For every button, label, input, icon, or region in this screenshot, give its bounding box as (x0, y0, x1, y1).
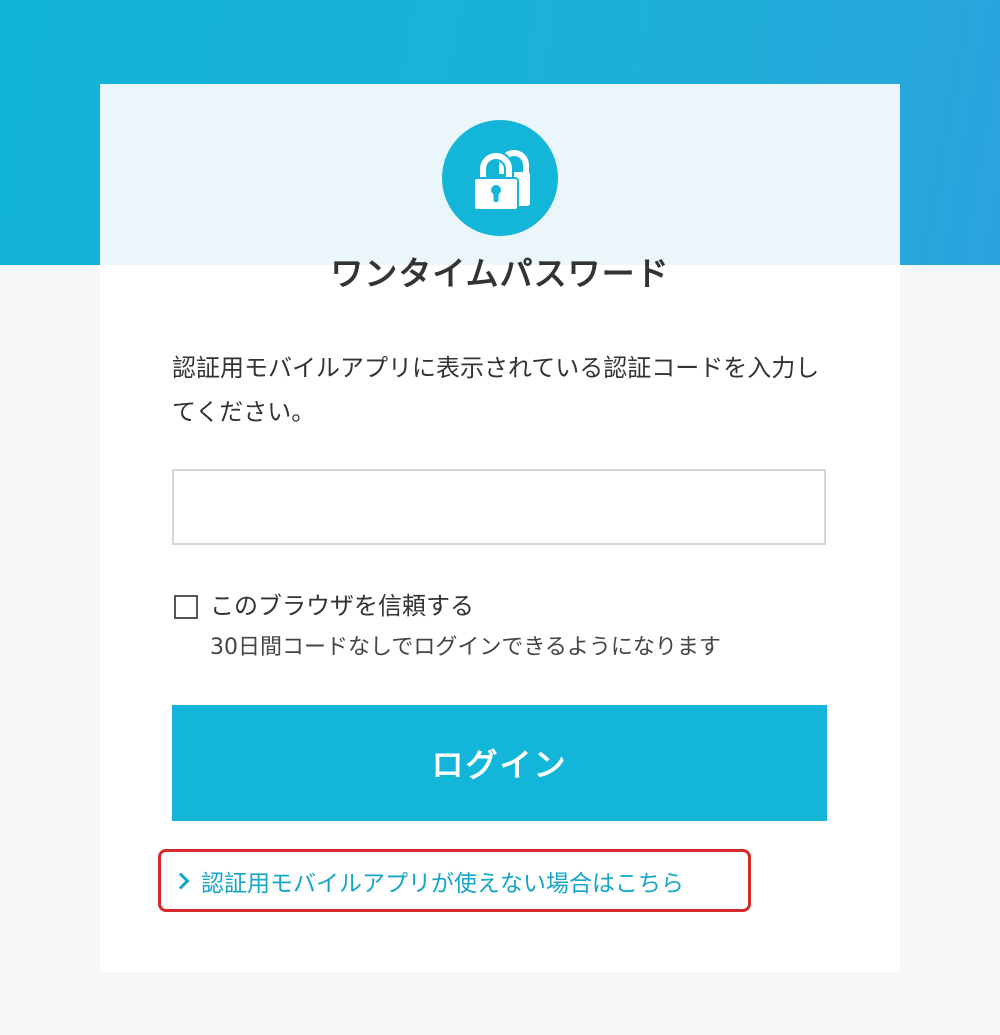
padlock-icon (442, 120, 558, 236)
chevron-right-icon (172, 872, 190, 890)
trust-browser-checkbox[interactable] (174, 595, 198, 619)
app-unavailable-link[interactable]: 認証用モバイルアプリが使えない場合はこちら (158, 849, 751, 912)
trust-browser-label[interactable]: このブラウザを信頼する (210, 586, 474, 626)
page-title: ワンタイムパスワード (330, 254, 670, 293)
login-card: ワンタイムパスワード 認証用モバイルアプリに表示されている認証コードを入力してく… (100, 84, 900, 972)
instruction-text: 認証用モバイルアプリに表示されている認証コードを入力してください。 (172, 354, 820, 426)
trust-browser-note: 30日間コードなしでログインできるようになります (210, 635, 721, 660)
auth-code-input[interactable] (172, 469, 826, 545)
app-unavailable-link-label: 認証用モバイルアプリが使えない場合はこちら (201, 870, 684, 897)
login-button[interactable]: ログイン (172, 705, 827, 821)
